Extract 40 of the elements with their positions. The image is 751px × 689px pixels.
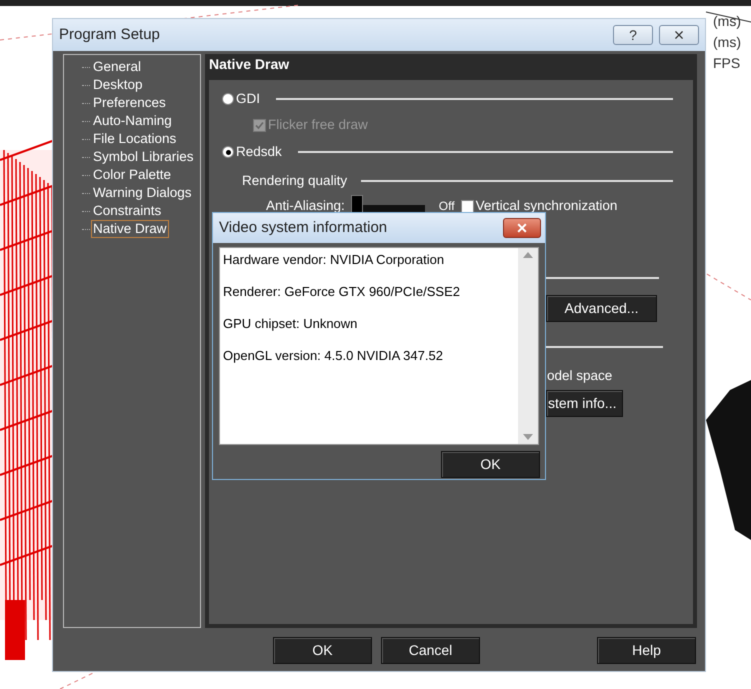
info-line: GPU chipset: Unknown xyxy=(223,315,358,333)
radio-label: Redsdk xyxy=(236,142,282,161)
info-line: OpenGL version: 4.5.0 NVIDIA 347.52 xyxy=(223,347,444,365)
anti-aliasing-value: Off xyxy=(438,198,455,215)
tree-item[interactable]: Symbol Libraries xyxy=(91,148,196,166)
info-line: Renderer: GeForce GTX 960/PCIe/SSE2 xyxy=(223,283,461,301)
help-button[interactable]: Help xyxy=(597,637,696,664)
viewport-label: (ms) xyxy=(713,12,741,30)
advanced-button[interactable]: Advanced... xyxy=(546,295,657,322)
checkbox-label: Vertical synchronization xyxy=(476,196,618,215)
checkbox-label: Flicker free draw xyxy=(268,116,368,134)
tree-item[interactable]: File Locations xyxy=(91,130,178,148)
tree-item[interactable]: Auto-Naming xyxy=(91,112,174,130)
close-button[interactable]: × xyxy=(659,25,699,45)
ok-button[interactable]: OK xyxy=(441,451,540,478)
checkbox[interactable] xyxy=(460,200,474,212)
tree-item[interactable]: Preferences xyxy=(91,94,168,112)
anti-aliasing-label: Anti-Aliasing: xyxy=(266,196,345,215)
group-label: Rendering quality xyxy=(242,172,348,190)
tree-item[interactable]: Constraints xyxy=(91,202,164,220)
dialog-title: Video system information xyxy=(219,218,388,238)
system-info-button[interactable]: stem info... xyxy=(546,390,623,417)
window-title: Program Setup xyxy=(59,24,161,45)
cancel-button[interactable]: Cancel xyxy=(381,637,480,664)
viewport-label: (ms) xyxy=(713,33,741,51)
tree-item[interactable]: Color Palette xyxy=(91,166,174,184)
tree-item[interactable]: Desktop xyxy=(91,76,145,94)
ok-button[interactable]: OK xyxy=(273,637,372,664)
slider-thumb[interactable] xyxy=(350,195,363,213)
model-space-label: odel space xyxy=(547,367,614,384)
tree-item[interactable]: Native Draw xyxy=(91,220,169,238)
info-line: Hardware vendor: NVIDIA Corporation xyxy=(223,251,446,269)
radio-button[interactable] xyxy=(222,93,234,105)
radio-label: GDI xyxy=(236,90,260,108)
radio-button[interactable] xyxy=(222,146,234,158)
viewport-label: FPS xyxy=(713,54,741,72)
tree-item[interactable]: Warning Dialogs xyxy=(91,184,194,202)
panel-title: Native Draw xyxy=(209,55,290,74)
help-button[interactable]: ? xyxy=(613,25,653,45)
tree-item[interactable]: General xyxy=(91,58,144,76)
